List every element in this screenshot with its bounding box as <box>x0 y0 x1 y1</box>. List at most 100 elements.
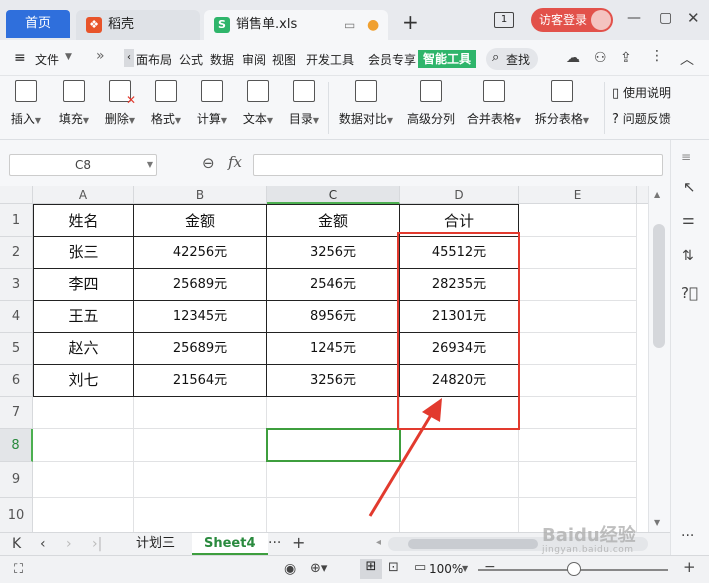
row-header-2[interactable]: 2 <box>0 237 33 269</box>
row-header-3[interactable]: 3 <box>0 269 33 301</box>
fx-icon[interactable]: fx <box>228 153 242 171</box>
cell-c6[interactable]: 3256元 <box>267 365 400 397</box>
hamburger-icon[interactable]: ≡ <box>14 50 26 66</box>
vertical-scrollbar[interactable]: ▲ ▼ <box>648 186 670 532</box>
row-header-6[interactable]: 6 <box>0 365 33 397</box>
name-box[interactable]: C8 ▼ <box>9 154 157 176</box>
cell-c4[interactable]: 8956元 <box>267 301 400 333</box>
cell-e2[interactable] <box>519 237 637 269</box>
chevron-down-icon[interactable]: ▼ <box>65 52 72 62</box>
collaborate-icon[interactable]: ⚇ <box>594 50 607 66</box>
collapse-panel-icon[interactable]: ≡ <box>681 150 691 164</box>
tab-home[interactable]: 首页 <box>6 10 70 38</box>
search-button[interactable]: ⌕ 查找 <box>486 48 538 70</box>
normal-view-icon[interactable]: ⊞ <box>360 559 382 579</box>
column-header-e[interactable]: E <box>519 186 637 204</box>
column-header-d[interactable]: D <box>400 186 519 204</box>
cell-a1[interactable]: 姓名 <box>33 204 134 237</box>
menu-formula[interactable]: 公式 <box>179 51 203 68</box>
chevron-down-icon[interactable]: ▼ <box>147 155 153 175</box>
last-sheet-icon[interactable]: ›| <box>92 536 102 552</box>
tab-file[interactable]: S 销售单.xls ▭ ● <box>204 10 388 40</box>
cell-a3[interactable]: 李四 <box>33 269 134 301</box>
row-header-7[interactable]: 7 <box>0 397 33 429</box>
minimize-icon[interactable]: — <box>627 10 641 26</box>
zoom-in-button[interactable]: + <box>683 558 696 576</box>
insert-button[interactable]: 插入▼ <box>6 80 46 127</box>
sheet-tab-sheet4[interactable]: Sheet4 <box>192 533 268 555</box>
view-mode-icon[interactable]: ⊕▾ <box>310 561 327 576</box>
row-header-8[interactable]: 8 <box>0 429 33 462</box>
tab-docer[interactable]: ❖ 稻壳 <box>76 10 200 40</box>
cell-e1[interactable] <box>519 204 637 237</box>
window-icon[interactable]: ▭ <box>344 10 355 40</box>
cell-b2[interactable]: 42256元 <box>134 237 267 269</box>
merge-table-button[interactable]: 合并表格▼ <box>462 80 526 127</box>
menu-review[interactable]: 审阅 <box>242 51 266 68</box>
cell-e8[interactable] <box>519 429 637 462</box>
cell-b6[interactable]: 21564元 <box>134 365 267 397</box>
scroll-up-icon[interactable]: ▲ <box>654 190 660 199</box>
row-header-1[interactable]: 1 <box>0 204 33 237</box>
close-icon[interactable]: ✕ <box>687 9 700 27</box>
fill-button[interactable]: 填充▼ <box>52 80 96 127</box>
menu-view[interactable]: 视图 <box>272 51 296 68</box>
zoom-search-icon[interactable]: ⊖ <box>202 154 215 172</box>
vertical-scroll-thumb[interactable] <box>653 224 665 348</box>
cell-c1[interactable]: 金额 <box>267 204 400 237</box>
double-chevron-right-icon[interactable]: » <box>96 48 105 64</box>
text-button[interactable]: 文本▼ <box>236 80 280 127</box>
menu-developer[interactable]: 开发工具 <box>306 51 354 68</box>
cell-a10[interactable] <box>33 498 134 532</box>
cell-e3[interactable] <box>519 269 637 301</box>
sheet-tab-plan3[interactable]: 计划三 <box>124 533 187 555</box>
column-header-b[interactable]: B <box>134 186 267 204</box>
add-sheet-button[interactable]: + <box>292 533 305 552</box>
window-count-badge[interactable]: 1 <box>494 12 514 28</box>
row-header-10[interactable]: 10 <box>0 498 33 532</box>
more-sheets-button[interactable]: ··· <box>268 535 281 551</box>
cell-e4[interactable] <box>519 301 637 333</box>
delete-button[interactable]: ✕ 删除▼ <box>98 80 142 127</box>
cell-b1[interactable]: 金额 <box>134 204 267 237</box>
cell-b4[interactable]: 12345元 <box>134 301 267 333</box>
scroll-left-icon[interactable]: ‹ <box>124 49 134 67</box>
zoom-dropdown-icon[interactable]: ▼ <box>462 564 468 573</box>
prev-sheet-icon[interactable]: ‹ <box>40 536 46 552</box>
split-column-button[interactable]: 高级分列 <box>402 80 460 127</box>
page-layout-icon[interactable]: ⊡ <box>388 560 399 575</box>
zoom-out-button[interactable]: − <box>484 559 496 575</box>
formula-input[interactable] <box>253 154 663 176</box>
cell-a6[interactable]: 刘七 <box>33 365 134 397</box>
zoom-level[interactable]: 100% <box>429 562 463 576</box>
login-button[interactable]: 访客登录 <box>531 8 613 32</box>
cell-e5[interactable] <box>519 333 637 365</box>
macro-icon[interactable]: ⛶ <box>14 562 23 577</box>
scroll-down-icon[interactable]: ▼ <box>654 518 660 527</box>
help-button[interactable]: ▯ 使用说明 <box>612 84 671 101</box>
format-button[interactable]: 格式▼ <box>144 80 188 127</box>
backup-icon[interactable]: ⇅ <box>682 248 694 264</box>
menu-member[interactable]: 会员专享 <box>368 51 416 68</box>
column-header-c[interactable]: C <box>267 186 400 204</box>
column-header-a[interactable]: A <box>33 186 134 204</box>
cell-b9[interactable] <box>134 462 267 498</box>
cell-c3[interactable]: 2546元 <box>267 269 400 301</box>
cell-e6[interactable] <box>519 365 637 397</box>
calculate-button[interactable]: 计算▼ <box>190 80 234 127</box>
collapse-ribbon-icon[interactable]: ︿ <box>680 49 694 69</box>
row-header-4[interactable]: 4 <box>0 301 33 333</box>
more-dots-icon[interactable]: ··· <box>681 528 694 544</box>
cell-c5[interactable]: 1245元 <box>267 333 400 365</box>
menu-file[interactable]: 文件 <box>35 51 59 68</box>
cell-a8[interactable] <box>33 429 134 462</box>
cell-b7[interactable] <box>134 397 267 429</box>
cell-b10[interactable] <box>134 498 267 532</box>
share-icon[interactable]: ⇪ <box>620 50 632 66</box>
select-all-corner[interactable] <box>0 186 33 204</box>
horizontal-scroll-thumb[interactable] <box>408 539 538 549</box>
help-circle-icon[interactable]: ?⃝ <box>681 284 698 302</box>
row-header-5[interactable]: 5 <box>0 333 33 365</box>
cursor-icon[interactable]: ↖ <box>683 178 696 196</box>
feedback-button[interactable]: ? 问题反馈 <box>612 110 671 127</box>
